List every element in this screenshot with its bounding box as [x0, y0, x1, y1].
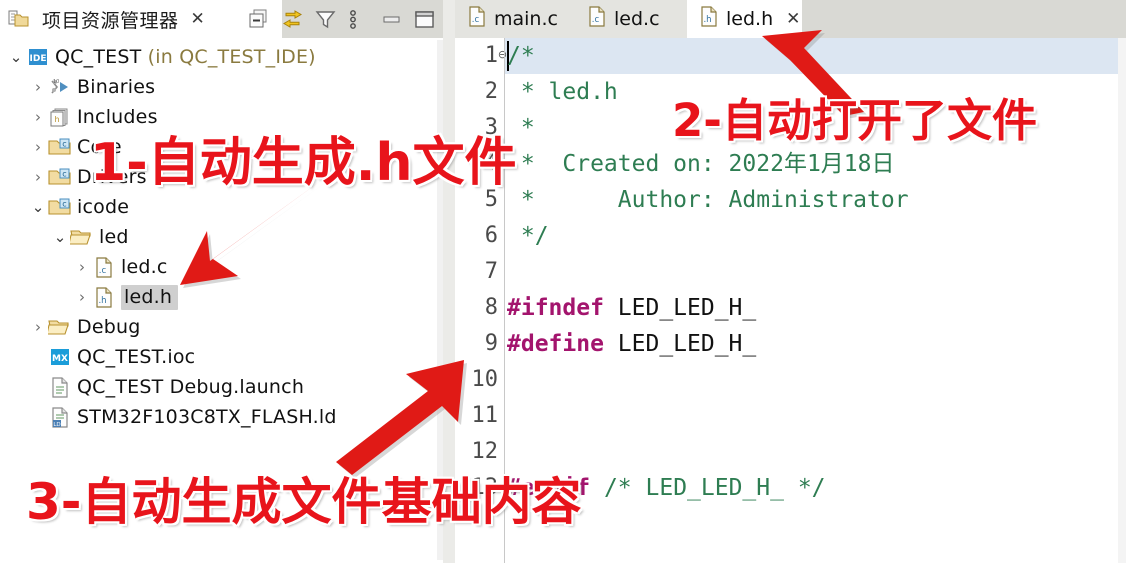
- svg-text:c: c: [62, 170, 66, 179]
- filter-icon[interactable]: [315, 9, 336, 30]
- chevron-right-icon[interactable]: ›: [28, 318, 48, 336]
- code-token-cmt: * Created on: 2022年1月18日: [507, 151, 895, 177]
- folder-open-icon: [70, 226, 94, 248]
- project-explorer-icon: [7, 8, 31, 30]
- annotation-1: 1-自动生成.h文件: [90, 133, 517, 193]
- c-file-icon: .c: [92, 256, 116, 278]
- tree-item-label: Debug: [77, 316, 141, 338]
- code-token-ident: LED_LED_H_: [603, 331, 757, 357]
- binaries-icon: 10: [48, 76, 72, 98]
- svg-text:IDE: IDE: [30, 54, 47, 64]
- editor-vertical-scrollbar[interactable]: [1118, 38, 1126, 563]
- chevron-down-icon[interactable]: ⌄: [50, 228, 70, 246]
- chevron-right-icon[interactable]: ›: [72, 288, 92, 306]
- source-folder-icon: c: [48, 166, 72, 188]
- tree-item-qc-test[interactable]: ⌄ IDE QC_TEST (in QC_TEST_IDE): [0, 42, 443, 72]
- ide-project-icon: IDE: [26, 46, 50, 68]
- code-token-cmt: */: [507, 223, 549, 249]
- code-line: #define LED_LED_H_: [507, 326, 756, 362]
- collapse-all-icon[interactable]: [249, 9, 270, 30]
- tree-item-label: QC_TEST.ioc: [77, 346, 196, 368]
- chevron-right-icon[interactable]: ›: [28, 108, 48, 126]
- svg-text:c: c: [62, 140, 66, 149]
- tree-item-suffix: (in QC_TEST_IDE): [141, 46, 316, 68]
- ide-window: 项目资源管理器 ✕ ⌄ IDE QC_TEST (in QC_TEST_IDE)…: [0, 0, 1126, 563]
- tree-item-label: led: [99, 226, 129, 248]
- view-menu-icon[interactable]: [348, 9, 369, 30]
- svg-text:LD: LD: [53, 422, 60, 428]
- ld-file-icon: LD: [48, 406, 72, 428]
- tree-item-label: QC_TEST (in QC_TEST_IDE): [55, 46, 316, 68]
- launch-file-icon: [48, 376, 72, 398]
- code-line: */: [507, 218, 549, 254]
- svg-text:.c: .c: [472, 15, 480, 25]
- annotation-arrow-3: [336, 360, 467, 478]
- h-file-icon: .h: [699, 6, 719, 32]
- folder-open-icon: [48, 316, 72, 338]
- c-file-icon: .c: [587, 6, 607, 32]
- editor-tab-label: led.c: [614, 8, 660, 30]
- svg-text:h: h: [54, 115, 59, 124]
- code-line: #ifndef LED_LED_H_: [507, 290, 756, 326]
- svg-text:c: c: [62, 200, 66, 209]
- chevron-down-icon[interactable]: ⌄: [6, 48, 26, 66]
- line-number: 1: [484, 43, 498, 68]
- code-token-cmt: * led.h: [507, 79, 618, 105]
- maximize-icon[interactable]: [414, 9, 435, 30]
- code-token-ident: [590, 475, 604, 501]
- editor-tab-led-c[interactable]: .c led.c: [575, 0, 687, 38]
- close-icon[interactable]: ✕: [191, 10, 205, 28]
- line-number: 7: [484, 259, 498, 284]
- tree-item-label: Binaries: [77, 76, 156, 98]
- chevron-right-icon[interactable]: ›: [72, 258, 92, 276]
- mx-ioc-icon: MX: [48, 346, 72, 368]
- svg-text:.h: .h: [98, 296, 106, 306]
- code-line: * led.h: [507, 74, 618, 110]
- editor-tab-label: led.h: [726, 8, 774, 30]
- project-explorer-tab[interactable]: 项目资源管理器 ✕: [0, 0, 282, 38]
- link-with-editor-icon[interactable]: [282, 9, 303, 30]
- c-file-icon: .c: [467, 6, 487, 32]
- svg-text:10: 10: [53, 79, 59, 85]
- code-token-pre: #define: [507, 331, 604, 357]
- chevron-right-icon[interactable]: ›: [28, 78, 48, 96]
- editor-tab-label: main.c: [494, 8, 558, 30]
- tree-item-label: QC_TEST Debug.launch: [77, 376, 305, 398]
- code-line: * Author: Administrator: [507, 182, 909, 218]
- svg-text:.h: .h: [703, 15, 711, 25]
- project-explorer-header: 项目资源管理器 ✕: [0, 0, 443, 38]
- code-line: /*: [507, 38, 535, 74]
- tree-item-label: STM32F103C8TX_FLASH.ld: [77, 406, 337, 428]
- editor-tab-main-c[interactable]: .c main.c: [455, 0, 575, 38]
- h-file-icon: .h: [92, 286, 116, 308]
- code-token-ident: LED_LED_H_: [603, 295, 757, 321]
- code-token-cmt: /* LED_LED_H_ */: [603, 475, 826, 501]
- minimize-icon[interactable]: [381, 9, 402, 30]
- chevron-right-icon[interactable]: ›: [28, 138, 48, 156]
- svg-text:MX: MX: [52, 354, 68, 364]
- line-number: 2: [484, 79, 498, 104]
- svg-text:.c: .c: [99, 266, 107, 276]
- code-line: * Created on: 2022年1月18日: [507, 146, 895, 182]
- annotation-2: 2-自动打开了文件: [672, 94, 1037, 147]
- project-explorer-toolbar: [249, 6, 435, 32]
- source-folder-icon: c: [48, 196, 72, 218]
- tab-close-icon[interactable]: ✕: [786, 10, 800, 28]
- code-token-pre: #ifndef: [507, 295, 604, 321]
- line-number: 9: [484, 331, 498, 356]
- tree-item-debug[interactable]: › Debug: [0, 312, 443, 342]
- project-explorer-title: 项目资源管理器: [42, 9, 179, 32]
- tree-item-binaries[interactable]: › 10 Binaries: [0, 72, 443, 102]
- line-number: 6: [484, 223, 498, 248]
- code-token-cmt: * Author: Administrator: [507, 187, 909, 213]
- includes-icon: h: [48, 106, 72, 128]
- tree-item-label: icode: [77, 196, 130, 218]
- annotation-3: 3-自动生成文件基础内容: [26, 473, 582, 531]
- source-folder-icon: c: [48, 136, 72, 158]
- svg-text:.c: .c: [592, 15, 600, 25]
- chevron-right-icon[interactable]: ›: [28, 168, 48, 186]
- line-number: 8: [484, 295, 498, 320]
- chevron-down-icon[interactable]: ⌄: [28, 198, 48, 216]
- code-token-cmt: /*: [507, 43, 535, 69]
